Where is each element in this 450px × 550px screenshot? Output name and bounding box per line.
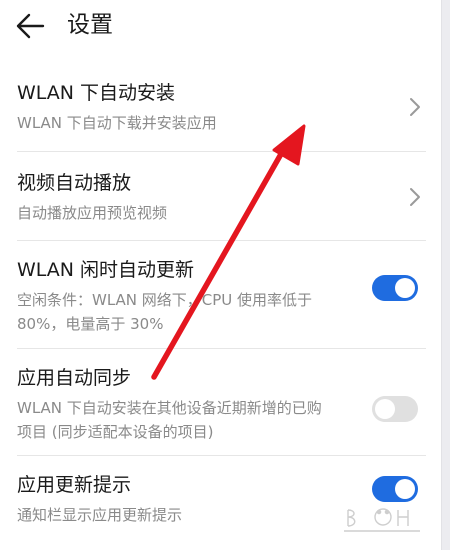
setting-subtitle: 自动播放应用预览视频 [17,204,168,222]
toggle-knob [375,398,395,419]
setting-wlan-auto-install[interactable]: WLAN 下自动安装 WLAN 下自动下载并安装应用 [0,62,442,152]
setting-title: WLAN 闲时自动更新 [17,259,195,281]
wlan-idle-update-toggle[interactable] [372,275,418,301]
settings-list: WLAN 下自动安装 WLAN 下自动下载并安装应用 视频自动播放 自动播放应用… [0,62,442,542]
setting-app-auto-sync: 应用自动同步 WLAN 下自动安装在其他设备近期新增的已购项目 (同步适配本设备… [0,349,442,456]
scroll-edge [441,0,450,550]
setting-video-autoplay[interactable]: 视频自动播放 自动播放应用预览视频 [0,152,442,241]
setting-title: 视频自动播放 [17,172,132,194]
app-header: 设置 [0,0,442,58]
watermark-logo-icon [344,508,420,532]
setting-subtitle: 空闲条件：WLAN 网络下，CPU 使用率低于 80%，电量高于 30% [17,291,313,333]
page-title: 设置 [67,12,113,38]
setting-wlan-idle-update: WLAN 闲时自动更新 空闲条件：WLAN 网络下，CPU 使用率低于 80%，… [0,241,442,349]
chevron-right-icon [410,98,420,116]
setting-title: 应用更新提示 [17,474,132,496]
settings-screen: 设置 WLAN 下自动安装 WLAN 下自动下载并安装应用 视频自动播放 自动播… [0,0,442,550]
chevron-right-icon [410,187,420,206]
setting-subtitle: WLAN 下自动安装在其他设备近期新增的已购项目 (同步适配本设备的项目) [17,399,322,441]
toggle-knob [395,278,415,298]
setting-subtitle: WLAN 下自动下载并安装应用 [17,114,217,132]
update-notification-toggle[interactable] [372,476,418,502]
app-auto-sync-toggle[interactable] [372,395,418,422]
setting-title: WLAN 下自动安装 [17,82,176,104]
setting-subtitle: 通知栏显示应用更新提示 [17,506,183,524]
toggle-knob [395,479,415,499]
back-button[interactable] [10,8,50,44]
setting-title: 应用自动同步 [17,367,132,389]
arrow-left-icon [16,13,45,39]
